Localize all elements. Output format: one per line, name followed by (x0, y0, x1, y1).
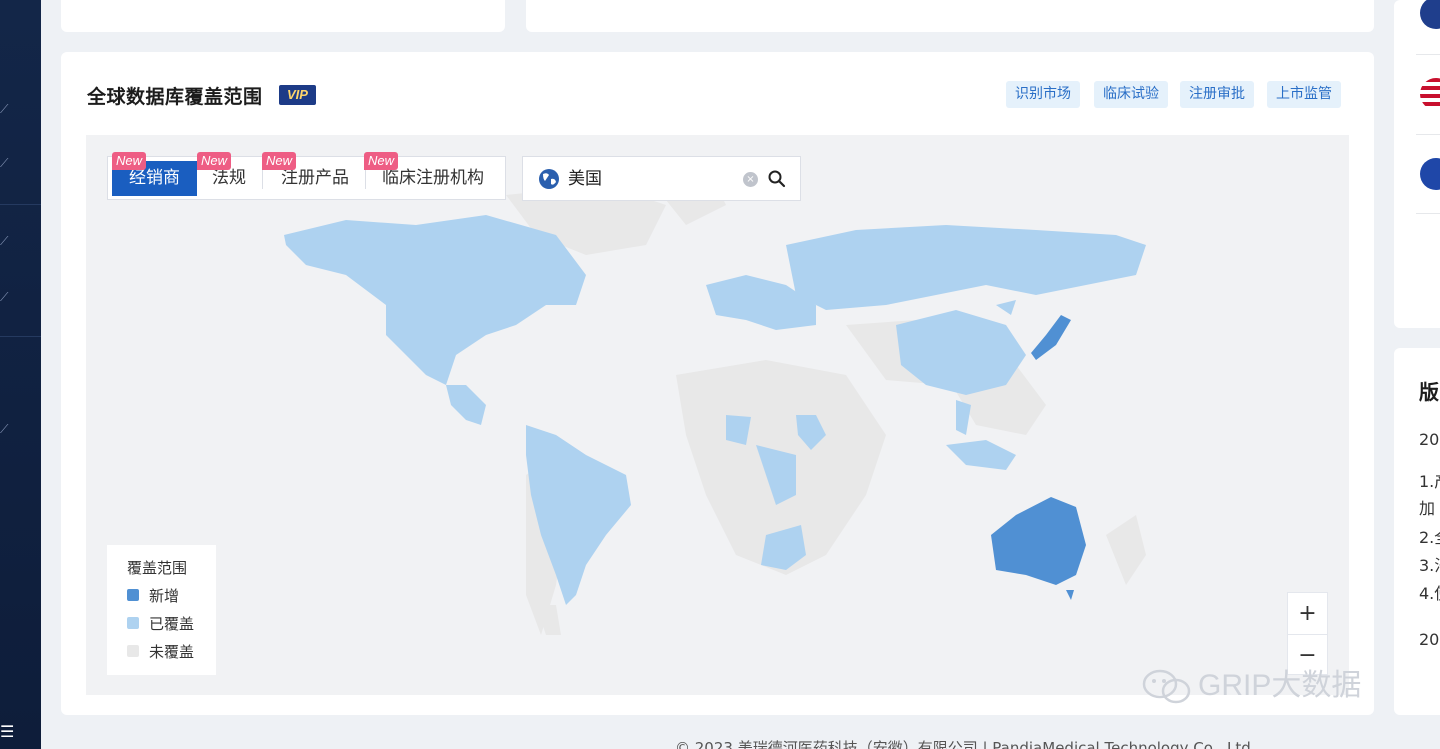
vip-badge: VIP (279, 85, 316, 105)
right-flags-card (1394, 0, 1440, 328)
collapse-menu-icon[interactable]: ☰ (0, 722, 20, 742)
version-line: 4.使 (1419, 584, 1440, 603)
tag-clinical-trials[interactable]: 临床试验 (1094, 81, 1168, 108)
legend-swatch (127, 617, 139, 629)
russia-region (786, 225, 1146, 310)
chevron-icon[interactable]: ⟋ (0, 102, 12, 116)
version-line: 1.产 (1419, 472, 1440, 491)
zoom-in-button[interactable]: + (1288, 593, 1327, 634)
tab-divider (365, 169, 366, 189)
version-notes-card: 版 20 1.产 加 2.全 3.法 4.使 20 (1394, 348, 1440, 715)
top-card-left (61, 0, 505, 32)
legend-swatch (127, 589, 139, 601)
tab-divider (262, 169, 263, 189)
world-map[interactable]: 经销商 New 法规 New 注册产品 New 临床注册机构 New 美国 × (86, 135, 1349, 695)
section-title: 全球数据库覆盖范围 (87, 86, 263, 108)
chevron-icon[interactable]: ⟋ (0, 290, 12, 304)
zoom-control: + − (1287, 592, 1328, 675)
tag-identify-market[interactable]: 识别市场 (1006, 81, 1080, 108)
flag-divider (1416, 54, 1440, 55)
legend-item-covered: 已覆盖 (127, 613, 194, 633)
chevron-icon[interactable]: ⟋ (0, 234, 12, 248)
category-tabs: 经销商 New 法规 New 注册产品 New 临床注册机构 New (107, 152, 506, 200)
new-badge: New (197, 152, 232, 170)
search-icon[interactable] (767, 169, 787, 189)
watermark: GRIP大数据 (1140, 666, 1361, 706)
southeast-asia-region (956, 400, 971, 435)
new-badge: New (112, 152, 147, 170)
new-badge: New (364, 152, 399, 170)
sidebar-divider (0, 336, 41, 337)
north-america-region (284, 215, 586, 385)
globe-icon (539, 169, 559, 189)
indonesia-region (946, 440, 1016, 470)
flag-divider (1416, 134, 1440, 135)
country-search[interactable]: 美国 × (522, 156, 801, 201)
tag-registration-approval[interactable]: 注册审批 (1180, 81, 1254, 108)
version-line: 20 (1419, 630, 1440, 649)
chevron-icon[interactable]: ⟋ (0, 156, 12, 170)
tasmania-region (1066, 590, 1074, 600)
legend-item-new: 新增 (127, 585, 179, 605)
map-legend: 覆盖范围 新增 已覆盖 未覆盖 (107, 545, 216, 675)
wechat-icon (1142, 669, 1191, 704)
version-title: 版 (1419, 380, 1439, 404)
chevron-icon[interactable]: ⟋ (0, 422, 12, 436)
legend-swatch (127, 645, 139, 657)
sidebar-divider (0, 204, 41, 205)
search-input[interactable]: 美国 (568, 157, 602, 202)
legend-title: 覆盖范围 (127, 559, 188, 577)
top-card-right (526, 0, 1374, 32)
australia-flag-icon[interactable] (1420, 0, 1440, 32)
tag-post-market[interactable]: 上市监管 (1267, 81, 1341, 108)
eu-flag-icon[interactable] (1420, 158, 1440, 190)
legend-item-uncovered: 未覆盖 (127, 641, 194, 661)
flag-divider (1416, 213, 1440, 214)
central-america-region (446, 385, 486, 425)
coverage-card: 全球数据库覆盖范围 VIP 识别市场 临床试验 注册审批 上市监管 经销商 Ne… (61, 52, 1374, 715)
footer-copyright: © 2023 美瑞德河医药科技（安徽）有限公司 | PandiaMedical … (675, 739, 1256, 749)
japan-region (1031, 315, 1071, 360)
version-line: 3.法 (1419, 556, 1440, 575)
version-line: 加 (1419, 499, 1436, 518)
korea-region (996, 300, 1016, 315)
australia-region (991, 497, 1086, 585)
version-line: 2.全 (1419, 528, 1440, 547)
new-badge: New (262, 152, 297, 170)
usa-flag-icon[interactable] (1420, 78, 1440, 110)
world-map-svg (284, 165, 1146, 635)
clear-icon[interactable]: × (743, 172, 758, 187)
version-line: 20 (1419, 430, 1440, 449)
sidebar: ⟋ ⟋ ⟋ ⟋ ⟋ ☰ (0, 0, 41, 749)
